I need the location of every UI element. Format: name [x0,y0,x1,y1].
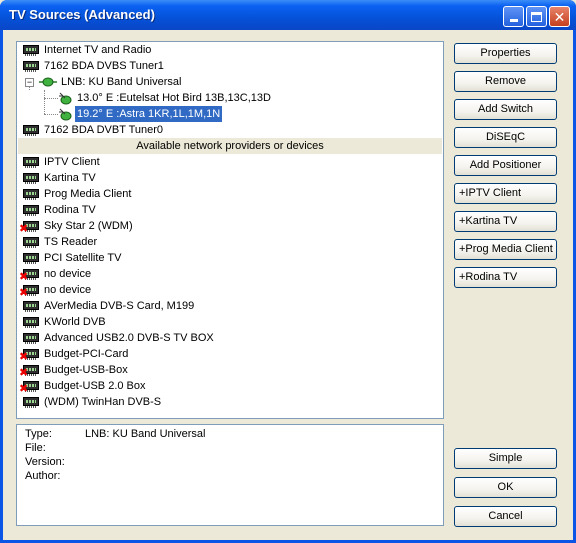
device-card-icon [23,397,39,408]
remove-button[interactable]: Remove [454,71,557,92]
diseqc-button[interactable]: DiSEqC [454,127,557,148]
add-kartina-tv-button[interactable]: +Kartina TV [454,211,557,232]
error-icon: ✖ [19,287,29,299]
tree-item-label: 13.0° E :Eutelsat Hot Bird 13B,13C,13D [77,92,271,104]
error-icon: ✖ [19,271,29,283]
provider-label: Budget-USB-Box [44,364,128,376]
device-card-icon [23,173,39,184]
tuner-card-icon [23,45,39,56]
minimize-button[interactable] [503,6,524,27]
lnb-icon [39,77,57,87]
error-icon: ✖ [19,367,29,379]
maximize-button[interactable] [526,6,547,27]
tree-item-label: LNB: KU Band Universal [61,76,182,88]
device-card-icon [23,317,39,328]
provider-label: Budget-PCI-Card [44,348,129,360]
file-label: File: [25,442,46,454]
tree-line [44,98,58,99]
add-positioner-button[interactable]: Add Positioner [454,155,557,176]
version-label: Version: [25,456,65,468]
provider-label: Advanced USB2.0 DVB-S TV BOX [44,332,214,344]
satellite-icon [59,108,72,121]
tuner-card-icon [23,125,39,136]
device-card-icon [23,157,39,168]
sources-tree[interactable]: Internet TV and Radio 7162 BDA DVBS Tune… [16,41,444,419]
close-icon: ✕ [553,8,566,25]
provider-label: Prog Media Client [44,188,132,200]
tree-item-label: Internet TV and Radio [44,44,152,56]
tree-line [44,114,58,115]
title-bar[interactable]: TV Sources (Advanced) ✕ [0,0,576,30]
tv-sources-window: TV Sources (Advanced) ✕ Internet TV and … [0,0,576,543]
add-iptv-client-button[interactable]: +IPTV Client [454,183,557,204]
cancel-button[interactable]: Cancel [454,506,557,527]
tree-line [44,90,45,114]
tree-item-label: 7162 BDA DVBT Tuner0 [44,124,164,136]
provider-label: KWorld DVB [44,316,106,328]
provider-label: (WDM) TwinHan DVB-S [44,396,162,408]
device-card-icon [23,205,39,216]
add-prog-media-client-button[interactable]: +Prog Media Client [454,239,557,260]
simple-button[interactable]: Simple [454,448,557,469]
dialog-client: Internet TV and Radio 7162 BDA DVBS Tune… [3,30,573,540]
device-card-icon [23,189,39,200]
window-title: TV Sources (Advanced) [9,7,155,22]
providers-section-header: Available network providers or devices [18,138,442,154]
error-icon: ✖ [19,223,29,235]
error-icon: ✖ [19,383,29,395]
collapse-icon[interactable]: − [25,78,34,87]
info-panel: Type: LNB: KU Band Universal File: Versi… [16,424,444,526]
tree-item-label: 7162 BDA DVBS Tuner1 [44,60,164,72]
provider-label: TS Reader [44,236,98,248]
device-card-icon [23,301,39,312]
device-card-icon [23,253,39,264]
device-card-icon [23,333,39,344]
provider-label: Sky Star 2 (WDM) [44,220,133,232]
properties-button[interactable]: Properties [454,43,557,64]
provider-label: Kartina TV [44,172,96,184]
provider-label: IPTV Client [44,156,100,168]
device-card-icon [23,237,39,248]
author-label: Author: [25,470,61,482]
tree-item-label: 19.2° E :Astra 1KR,1L,1M,1N [75,106,223,122]
satellite-icon [59,92,72,105]
type-label: Type: [25,428,52,440]
provider-label: PCI Satellite TV [44,252,122,264]
add-switch-button[interactable]: Add Switch [454,99,557,120]
maximize-icon [531,11,542,22]
provider-label: no device [44,284,92,296]
provider-label: no device [44,268,92,280]
provider-label: Rodina TV [44,204,96,216]
type-value: LNB: KU Band Universal [85,428,206,440]
close-button[interactable]: ✕ [549,6,570,27]
provider-label: AVerMedia DVB-S Card, M199 [44,300,195,312]
tuner-card-icon [23,61,39,72]
provider-label: Budget-USB 2.0 Box [44,380,146,392]
error-icon: ✖ [19,351,29,363]
ok-button[interactable]: OK [454,477,557,498]
add-rodina-tv-button[interactable]: +Rodina TV [454,267,557,288]
minimize-icon [509,19,518,22]
